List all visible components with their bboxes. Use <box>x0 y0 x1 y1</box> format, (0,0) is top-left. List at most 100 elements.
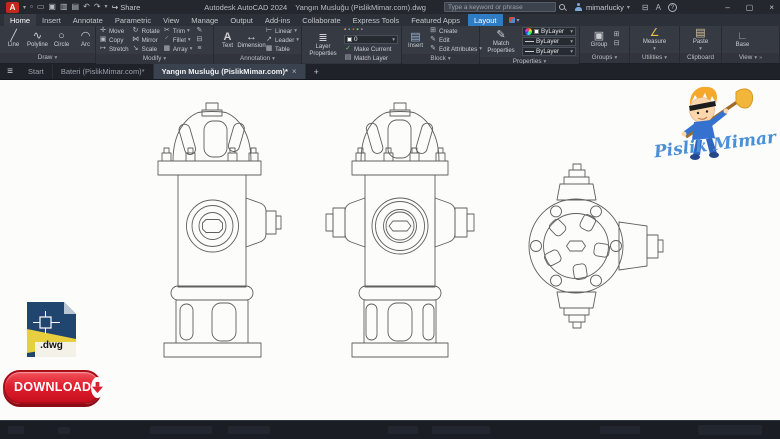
tool-text[interactable]: A Text <box>217 27 238 53</box>
lineweight-dropdown[interactable]: ByLayer ▾ <box>522 37 576 46</box>
tool-fillet[interactable]: ◜Fillet▾ <box>163 36 193 44</box>
account-menu[interactable]: mimarlucky ▾ <box>575 3 630 12</box>
object-color-dropdown[interactable]: ByLayer ▾ <box>522 27 576 36</box>
panel-label-groups[interactable]: Groups ▾ <box>580 53 629 63</box>
panel-label-draw[interactable]: Draw ▾ <box>0 53 95 63</box>
panel-label-utilities[interactable]: Utilities ▾ <box>630 53 679 63</box>
redo-icon[interactable]: ↷ <box>94 1 101 13</box>
file-tab-yangin-muslugu[interactable]: Yangın Musluğu (PislikMimar.com)* × <box>154 64 306 79</box>
tab-add-ins[interactable]: Add-ins <box>259 14 296 26</box>
chevron-down-icon: ▾ <box>570 39 573 45</box>
tool-match-properties[interactable]: ✎ Match Properties <box>483 27 519 56</box>
tool-polyline[interactable]: ∿ Polyline <box>27 27 48 52</box>
tool-match-layer[interactable]: ▤Match Layer <box>344 54 398 62</box>
tab-layout[interactable]: Layout <box>468 14 503 26</box>
tool-leader[interactable]: ↗Leader▾ <box>265 36 299 44</box>
ungroup-icon: ⊞ <box>613 31 621 39</box>
layer-isolate-icon: ▪ <box>361 27 363 34</box>
tab-insert[interactable]: Insert <box>36 14 67 26</box>
edit-block-icon: ✎ <box>429 36 437 44</box>
minimize-button[interactable]: – <box>725 3 729 12</box>
drawing-canvas[interactable]: Pislik Mimar .dwg DOWNLOAD <box>0 80 780 420</box>
tool-base[interactable]: ∟ Base <box>732 27 753 52</box>
app-store-cart-icon[interactable]: ⊟ <box>642 3 649 12</box>
panel-label-clipboard[interactable]: Clipboard <box>680 53 721 63</box>
tool-array[interactable]: ▦Array▾ <box>163 45 193 53</box>
tool-explode[interactable]: ≡ <box>195 45 203 53</box>
tab-express-tools[interactable]: Express Tools <box>347 14 406 26</box>
tab-parametric[interactable]: Parametric <box>109 14 157 26</box>
tool-paste[interactable]: ▤ Paste ▾ <box>690 27 711 52</box>
tool-group-edit[interactable]: ⊟ <box>613 40 621 48</box>
tool-ungroup[interactable]: ⊞ <box>613 31 621 39</box>
open-icon[interactable]: ▭ <box>37 1 45 13</box>
tool-line[interactable]: ╱ Line <box>3 27 24 52</box>
close-icon[interactable]: × <box>292 67 297 76</box>
tool-insert[interactable]: ▤ Insert <box>405 27 426 53</box>
tab-home[interactable]: Home <box>4 14 36 26</box>
download-button[interactable]: DOWNLOAD <box>3 370 102 404</box>
tool-dimension[interactable]: ↔ Dimension <box>241 27 262 53</box>
tool-circle[interactable]: ○ Circle <box>51 27 72 52</box>
chevron-down-icon[interactable]: ▾ <box>23 4 26 11</box>
tool-table[interactable]: ▦Table <box>265 45 299 53</box>
undo-icon[interactable]: ↶ <box>83 1 90 13</box>
tab-output[interactable]: Output <box>224 14 259 26</box>
file-tab-bateri[interactable]: Bateri (PislikMimar.com)* <box>53 64 154 79</box>
tab-collaborate[interactable]: Collaborate <box>296 14 346 26</box>
tool-make-current[interactable]: ✓Make Current <box>344 45 398 53</box>
tool-group[interactable]: ▣ Group <box>589 27 610 52</box>
titlebar: A ▾ ▫ ▭ ▣ ▥ ▤ ↶ ↷ ▾ ↪ Share Autodesk Aut… <box>0 0 780 14</box>
tool-linear[interactable]: ⊢Linear▾ <box>265 27 299 35</box>
file-tab-start[interactable]: Start <box>20 64 53 79</box>
tool-edit-polyline[interactable]: ✎ <box>195 27 203 35</box>
maximize-button[interactable]: ▢ <box>746 3 754 12</box>
tool-edit-attributes[interactable]: ✎Edit Attributes▾ <box>429 45 482 53</box>
search-icon[interactable] <box>559 4 565 10</box>
arc-icon: ◠ <box>81 30 91 42</box>
save-as-icon[interactable]: ▥ <box>60 1 68 13</box>
panel-label-modify[interactable]: Modify ▾ <box>96 54 213 64</box>
chevron-down-icon: ▾ <box>294 28 297 34</box>
plot-icon[interactable]: ▤ <box>72 1 80 13</box>
tool-erase[interactable]: ⊟ <box>195 36 203 44</box>
tab-manage[interactable]: Manage <box>185 14 224 26</box>
make-current-icon: ✓ <box>344 45 352 53</box>
panel-label-annotation[interactable]: Annotation ▾ <box>214 54 301 64</box>
linetype-dropdown[interactable]: ByLayer ▾ <box>522 47 576 56</box>
tool-edit-block[interactable]: ✎Edit <box>429 36 482 44</box>
search-input[interactable] <box>444 2 556 12</box>
tool-create-block[interactable]: ⊞Create <box>429 27 482 35</box>
close-button[interactable]: × <box>769 3 774 12</box>
tool-mirror[interactable]: ⋈Mirror <box>132 36 160 44</box>
tab-annotate[interactable]: Annotate <box>67 14 109 26</box>
copy-icon: ▣ <box>99 36 107 44</box>
tool-rotate[interactable]: ↻Rotate <box>132 27 160 35</box>
layer-state-icons[interactable]: ▪ ▪ ▪ ▪ ▪ <box>344 27 398 34</box>
help-icon[interactable]: ? <box>668 3 677 12</box>
save-icon[interactable]: ▣ <box>48 1 56 13</box>
layer-dropdown[interactable]: 0 ▾ <box>344 35 398 44</box>
panel-label-block[interactable]: Block ▾ <box>402 54 479 64</box>
autodesk-account-icon[interactable]: A <box>656 3 661 12</box>
share-button[interactable]: ↪ Share <box>112 3 141 12</box>
tab-view[interactable]: View <box>157 14 185 26</box>
hamburger-menu-icon[interactable]: ≡ <box>0 64 20 79</box>
tool-arc[interactable]: ◠ Arc <box>75 27 96 52</box>
new-icon[interactable]: ▫ <box>30 1 33 13</box>
tool-trim[interactable]: ✂Trim▾ <box>163 27 193 35</box>
new-tab-button[interactable]: + <box>306 64 327 79</box>
app-logo-icon[interactable]: A <box>6 2 19 13</box>
tool-scale[interactable]: ↘Scale <box>132 45 160 53</box>
panel-label-view[interactable]: View ▾ » <box>722 53 779 63</box>
chevron-down-icon[interactable]: ▾ <box>105 1 108 13</box>
tool-layer-properties[interactable]: ≣ Layer Properties <box>305 27 341 62</box>
ribbon-options[interactable]: ▾ <box>503 14 526 26</box>
tool-measure[interactable]: ∠ Measure ▾ <box>642 27 667 52</box>
tool-move[interactable]: ✛Move <box>99 27 129 35</box>
tool-copy[interactable]: ▣Copy <box>99 36 129 44</box>
tab-featured-apps[interactable]: Featured Apps <box>405 14 466 26</box>
insert-icon: ▤ <box>410 31 420 43</box>
linetype-icon <box>525 51 534 52</box>
tool-stretch[interactable]: ↦Stretch <box>99 45 129 53</box>
